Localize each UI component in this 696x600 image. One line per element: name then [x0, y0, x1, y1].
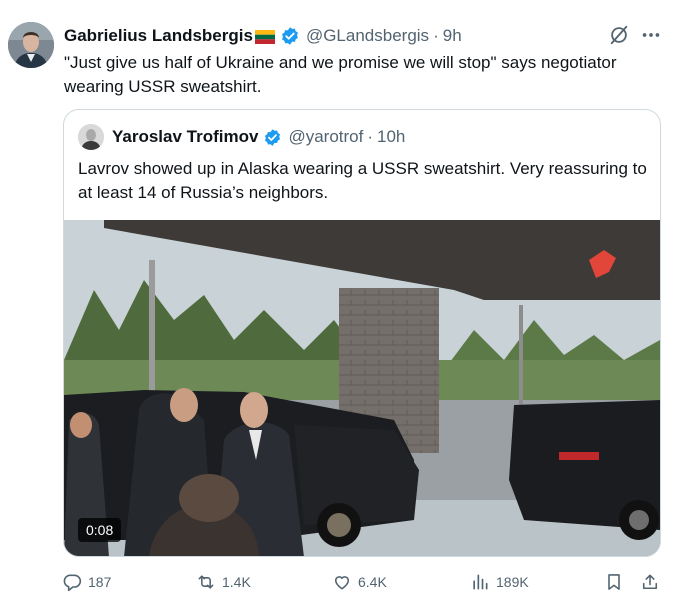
separator-dot: · — [433, 26, 439, 45]
video-frame — [64, 220, 660, 556]
repost-button[interactable]: 1.4K — [196, 568, 251, 596]
more-icon[interactable] — [640, 24, 662, 46]
reply-icon — [63, 574, 82, 592]
repost-count: 1.4K — [222, 574, 251, 590]
like-count: 6.4K — [358, 574, 387, 590]
lithuania-flag-icon — [254, 29, 275, 44]
quote-author-avatar[interactable] — [78, 124, 104, 150]
bookmark-icon — [608, 574, 620, 590]
share-icon — [642, 574, 658, 590]
video-player[interactable]: 0:08 — [64, 220, 660, 556]
author-avatar[interactable] — [8, 22, 54, 68]
separator-dot: · — [367, 127, 374, 146]
tweet-header: Gabrielius Landsbergis @GLandsbergis · 9… — [64, 24, 462, 48]
tweet-text: "Just give us half of Ukraine and we pro… — [64, 53, 617, 96]
grok-icon[interactable] — [608, 24, 630, 46]
tweet: Gabrielius Landsbergis @GLandsbergis · 9… — [0, 0, 696, 600]
quoted-tweet[interactable]: Yaroslav Trofimov @yarotrof · 10h Lavrov… — [63, 109, 661, 557]
views-icon — [473, 574, 488, 590]
video-duration: 0:08 — [78, 518, 122, 542]
bookmark-button[interactable] — [604, 568, 624, 596]
quote-header: Yaroslav Trofimov @yarotrof · 10h — [112, 126, 405, 148]
quote-text: Lavrov showed up in Alaska wearing a USS… — [78, 159, 647, 202]
quote-time[interactable]: 10h — [377, 127, 405, 147]
action-bar: 187 1.4K 6.4K 189K — [60, 568, 670, 596]
views-count: 189K — [496, 574, 529, 590]
verified-badge-icon[interactable] — [280, 26, 300, 46]
heart-icon — [334, 576, 350, 590]
repost-icon — [198, 575, 214, 589]
quote-author-handle[interactable]: @yarotrof — [288, 127, 363, 147]
author-name[interactable]: Gabrielius Landsbergis — [64, 26, 253, 46]
like-button[interactable]: 6.4K — [332, 568, 387, 596]
share-button[interactable] — [640, 568, 660, 596]
author-handle[interactable]: @GLandsbergis — [306, 26, 429, 46]
reply-count: 187 — [88, 574, 112, 590]
quote-author-name[interactable]: Yaroslav Trofimov — [112, 127, 258, 147]
reply-button[interactable]: 187 — [62, 568, 111, 596]
tweet-time[interactable]: 9h — [443, 26, 462, 46]
views-button[interactable]: 189K — [470, 568, 529, 596]
verified-badge-icon[interactable] — [263, 128, 282, 147]
